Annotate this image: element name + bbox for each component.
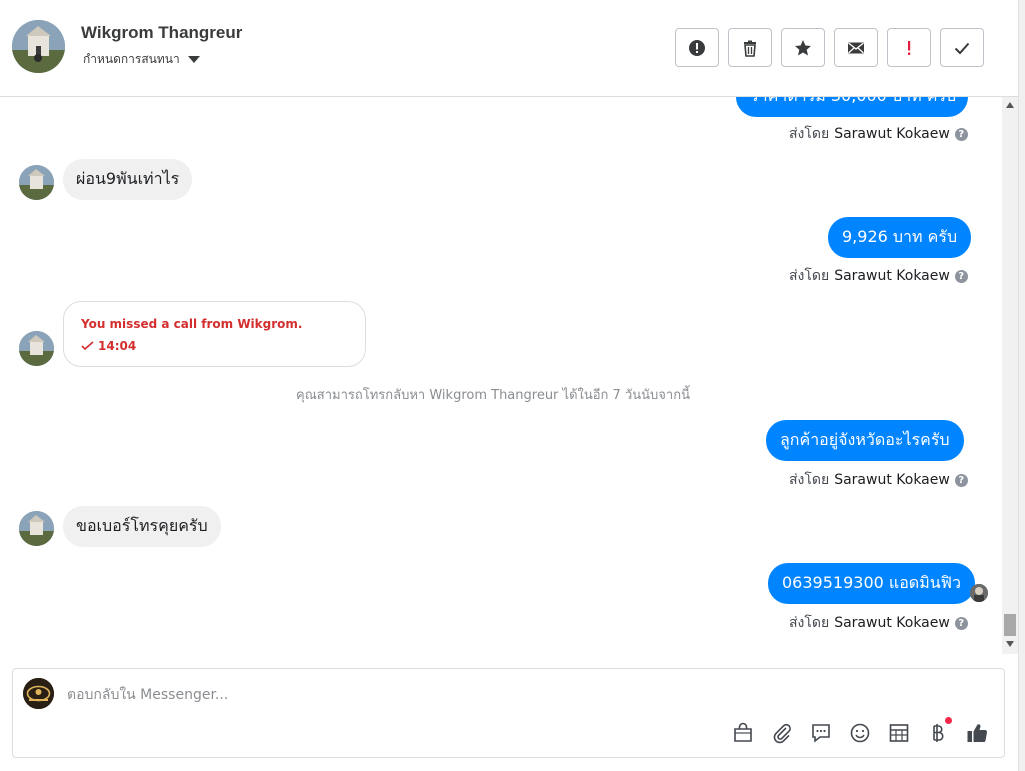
scroll-up-arrow-icon[interactable] <box>1006 102 1014 108</box>
message-bubble-outgoing[interactable]: ลูกค้าอยู่จังหวัดอะไรครับ <box>766 420 964 461</box>
notification-dot <box>945 717 952 724</box>
sender-avatar <box>19 165 54 200</box>
exclamation-icon <box>908 40 911 55</box>
sent-by-prefix: ส่งโดย <box>789 126 830 142</box>
missed-call-arrow-icon <box>81 341 94 351</box>
conversation-header: Wikgrom Thangreur กำหนดการสนทนา <box>0 0 1020 97</box>
star-icon <box>795 39 811 55</box>
message-text: 9,926 บาท ครับ <box>842 227 958 246</box>
trash-icon <box>744 40 756 57</box>
payment-button[interactable] <box>926 717 952 745</box>
contact-avatar[interactable] <box>12 20 65 73</box>
attach-file-button[interactable] <box>770 721 794 745</box>
sent-by-prefix: ส่งโดย <box>789 268 830 284</box>
read-receipt-avatar <box>970 584 988 602</box>
message-bubble-incoming[interactable]: ผ่อน9พันเท่าไร <box>63 159 193 200</box>
thumbs-up-icon <box>967 724 988 743</box>
shopping-bag-icon <box>734 722 752 742</box>
emoji-button[interactable] <box>848 721 872 745</box>
conversation-settings-dropdown[interactable]: กำหนดการสนทนา <box>83 50 200 69</box>
contact-name: Wikgrom Thangreur <box>81 23 243 42</box>
sent-by-label: ส่งโดย Sarawut Kokaew ? <box>789 265 968 287</box>
message-text: ผ่อน9พันเท่าไร <box>76 169 180 188</box>
appointment-icon <box>889 724 909 742</box>
help-icon[interactable]: ? <box>954 127 968 141</box>
caret-down-icon <box>187 56 200 63</box>
composer-toolbar <box>731 717 989 745</box>
report-icon <box>689 39 705 56</box>
message-bubble-outgoing[interactable]: 0639519300 แอดมินฟิว <box>768 563 975 604</box>
message-text: ขอเบอร์โทรคุยครับ <box>76 516 208 535</box>
call-time-text: 14:04 <box>98 339 137 353</box>
conversation-settings-label: กำหนดการสนทนา <box>83 52 180 66</box>
page-avatar <box>23 678 54 709</box>
message-bubble-outgoing[interactable]: ราคาตารม 30,000 บาท ครบ <box>736 97 968 117</box>
message-text: 0639519300 แอดมินฟิว <box>782 573 961 592</box>
missed-call-card[interactable]: You missed a call from Wikgrom. 14:04 <box>63 301 366 367</box>
mark-unread-button[interactable] <box>834 28 878 67</box>
emoji-icon <box>850 723 870 743</box>
scroll-down-arrow-icon[interactable] <box>1006 641 1014 647</box>
missed-call-time: 14:04 <box>81 339 136 353</box>
sent-by-prefix: ส่งโดย <box>789 472 830 488</box>
callback-notice: คุณสามารถโทรกลับหา Wikgrom Thangreur ได้… <box>296 388 690 403</box>
message-text: ราคาตารม 30,000 บาท ครบ <box>750 97 956 109</box>
saved-reply-icon <box>812 724 830 743</box>
appointment-button[interactable] <box>887 721 911 745</box>
delete-button[interactable] <box>728 28 772 67</box>
follow-up-button[interactable] <box>887 28 931 67</box>
sent-by-label: ส่งโดย Sarawut Kokaew ? <box>789 123 968 145</box>
sender-name: Sarawut Kokaew <box>834 268 950 284</box>
help-icon[interactable]: ? <box>954 616 968 630</box>
scrollbar-thumb[interactable] <box>1004 614 1016 636</box>
sender-name: Sarawut Kokaew <box>834 472 950 488</box>
sender-name: Sarawut Kokaew <box>834 126 950 142</box>
sender-name: Sarawut Kokaew <box>834 615 950 631</box>
star-button[interactable] <box>781 28 825 67</box>
sent-by-label: ส่งโดย Sarawut Kokaew ? <box>789 469 968 491</box>
help-icon[interactable]: ? <box>954 269 968 283</box>
conversation-toolbar <box>675 28 984 67</box>
shopping-bag-button[interactable] <box>731 721 755 745</box>
sent-by-label: ส่งโดย Sarawut Kokaew ? <box>789 612 968 634</box>
saved-reply-button[interactable] <box>809 721 833 745</box>
mark-done-button[interactable] <box>940 28 984 67</box>
window-edge <box>1018 0 1025 771</box>
message-bubble-outgoing[interactable]: 9,926 บาท ครับ <box>828 217 972 258</box>
reply-composer <box>12 668 1005 758</box>
message-thread[interactable]: ราคาตารม 30,000 บาท ครบ ส่งโดย Sarawut K… <box>0 97 1002 654</box>
paperclip-icon <box>773 723 791 744</box>
mail-icon <box>848 41 864 53</box>
check-icon <box>954 42 970 54</box>
message-bubble-incoming[interactable]: ขอเบอร์โทรคุยครับ <box>63 506 221 547</box>
sender-avatar <box>19 331 54 366</box>
help-icon[interactable]: ? <box>954 473 968 487</box>
baht-payment-icon <box>933 724 944 742</box>
scrollbar-track[interactable] <box>1002 97 1018 654</box>
reply-input[interactable] <box>67 685 667 705</box>
sent-by-prefix: ส่งโดย <box>789 615 830 631</box>
like-button[interactable] <box>965 721 989 745</box>
missed-call-title: You missed a call from Wikgrom. <box>81 317 303 331</box>
message-text: ลูกค้าอยู่จังหวัดอะไรครับ <box>780 430 950 449</box>
sender-avatar <box>19 511 54 546</box>
report-button[interactable] <box>675 28 719 67</box>
